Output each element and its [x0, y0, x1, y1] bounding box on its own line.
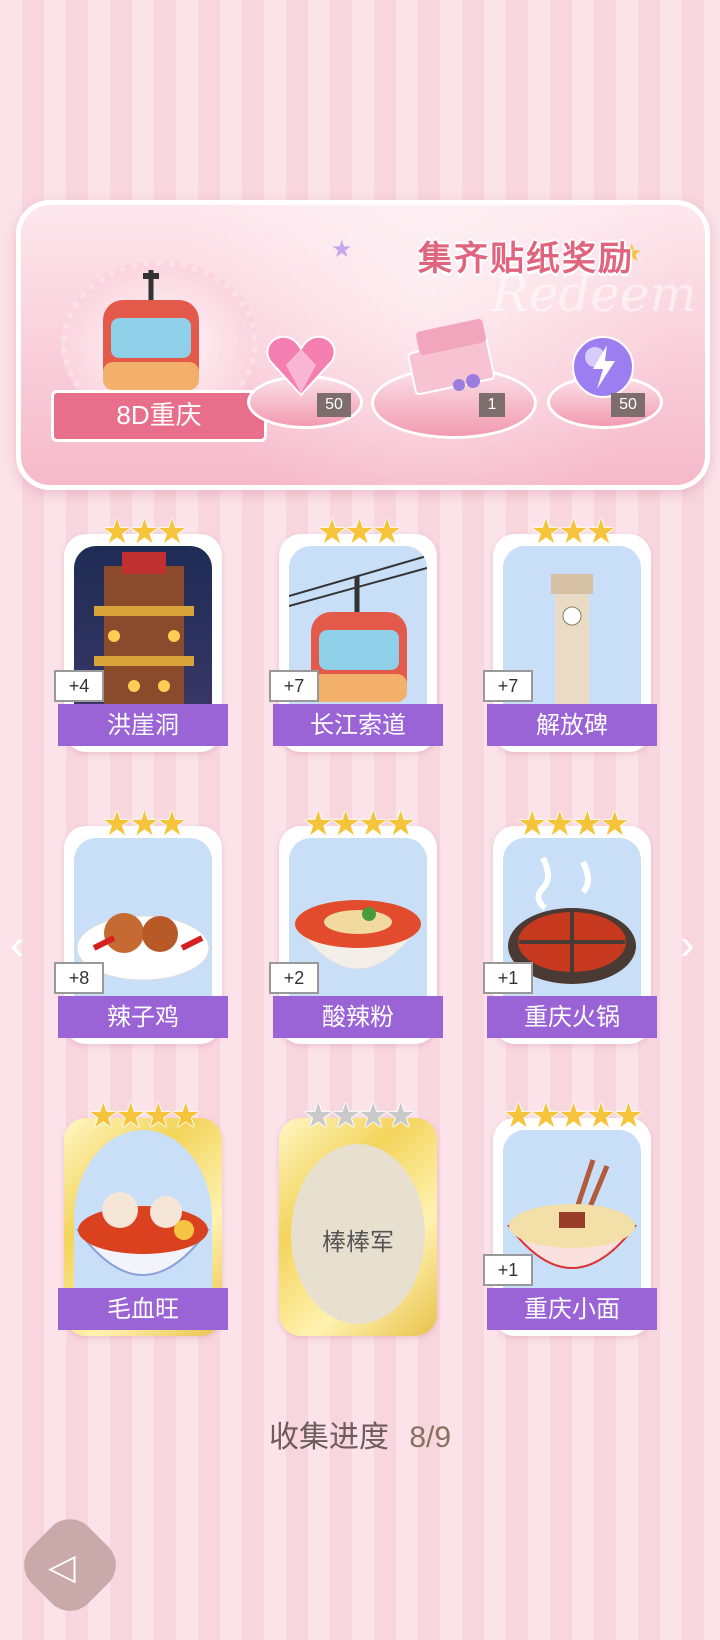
- sticker-card-hongyadong[interactable]: ★★★ 洪崖洞 +4: [54, 512, 228, 752]
- progress-value: 8/9: [409, 1421, 452, 1454]
- star-rating: ★★★: [316, 513, 402, 551]
- back-arrow-icon[interactable]: ◁: [48, 1546, 76, 1588]
- card-name: 酸辣粉: [273, 996, 443, 1038]
- reward-banner: Redeem ★ ★ 集齐贴纸奖励 8D重庆 50 1 50: [16, 200, 710, 490]
- next-page-arrow-icon[interactable]: ›: [680, 920, 695, 970]
- gift-box-icon[interactable]: [403, 315, 499, 395]
- star-rating: ★★★: [101, 513, 187, 551]
- bonus-badge: +4: [54, 670, 104, 702]
- bonus-badge: +7: [483, 670, 533, 702]
- sticker-card-jiefangbei[interactable]: ★★★ 解放碑 +7: [483, 512, 657, 752]
- bonus-badge: +8: [54, 962, 104, 994]
- reward-count: 50: [317, 393, 351, 417]
- star-rating: ★★★: [101, 805, 187, 843]
- card-name: 长江索道: [273, 704, 443, 746]
- progress-label: 收集进度: [268, 1421, 389, 1454]
- sticker-card-locked[interactable]: 棒棒军 ★★★★: [273, 1096, 443, 1336]
- bonus-badge: +1: [483, 962, 533, 994]
- region-label: 8D重庆: [51, 390, 267, 442]
- purple-energy-orb-icon[interactable]: [569, 333, 637, 401]
- card-name: 解放碑: [487, 704, 657, 746]
- prev-page-arrow-icon[interactable]: ‹: [10, 920, 25, 970]
- bonus-badge: +2: [269, 962, 319, 994]
- reward-count: 1: [479, 393, 505, 417]
- star-rating: ★★★★: [517, 805, 630, 843]
- collection-progress: 收集进度 8/9: [0, 1412, 720, 1456]
- sticker-card-maoxuewang[interactable]: ★★★★ 毛血旺: [58, 1096, 228, 1336]
- star-rating: ★★★★: [88, 1097, 201, 1135]
- card-name: 重庆火锅: [487, 996, 657, 1038]
- bonus-badge: +1: [483, 1254, 533, 1286]
- star-rating: ★★★★★: [503, 1097, 643, 1135]
- sticker-card-cable-car[interactable]: ★★★ 长江索道 +7: [269, 512, 443, 752]
- purple-star-icon: ★: [331, 236, 353, 263]
- banner-title: 集齐贴纸奖励: [418, 240, 634, 278]
- sticker-card-xiaomian[interactable]: ★★★★★ 重庆小面 +1: [483, 1096, 657, 1336]
- card-name: 洪崖洞: [58, 704, 228, 746]
- star-rating: ★★★★: [303, 1097, 416, 1135]
- sticker-card-suanlafen[interactable]: ★★★★ 酸辣粉 +2: [269, 804, 443, 1044]
- card-name: 毛血旺: [58, 1288, 228, 1330]
- reward-count: 50: [611, 393, 645, 417]
- card-name: 棒棒军: [322, 1228, 394, 1256]
- pink-heart-gem-icon[interactable]: [266, 335, 336, 399]
- star-rating: ★★★: [530, 513, 616, 551]
- card-name: 重庆小面: [487, 1288, 657, 1330]
- maoxuewang-bowl-icon: [74, 1130, 212, 1308]
- star-rating: ★★★★: [303, 805, 416, 843]
- card-name: 辣子鸡: [58, 996, 228, 1038]
- cable-car-icon: [103, 270, 199, 390]
- bonus-badge: +7: [269, 670, 319, 702]
- sticker-card-hotpot[interactable]: ★★★★ 重庆火锅 +1: [483, 804, 657, 1044]
- sticker-card-laziji[interactable]: ★★★ 辣子鸡 +8: [54, 804, 228, 1044]
